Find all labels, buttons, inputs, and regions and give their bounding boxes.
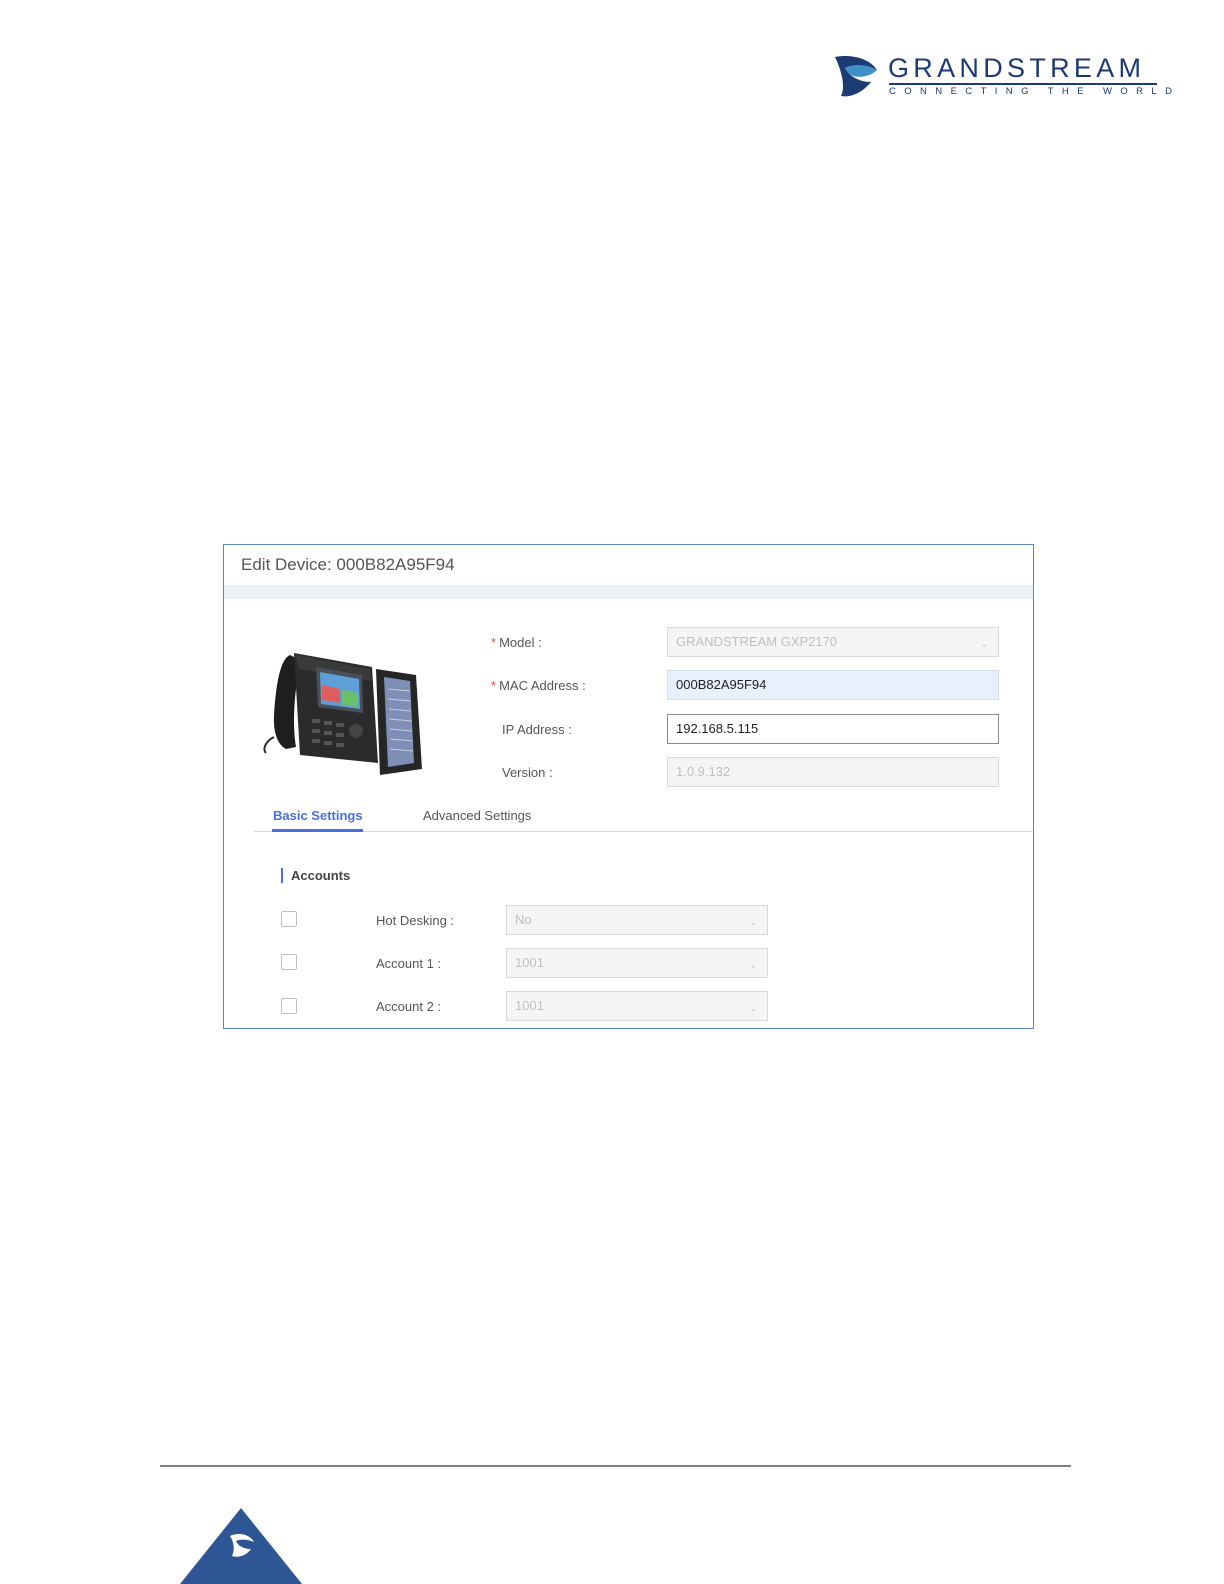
- version-label: Version :: [502, 765, 553, 780]
- mac-address-label-text: MAC Address :: [499, 678, 586, 693]
- dialog-title: Edit Device: 000B82A95F94: [241, 555, 455, 574]
- tabs-divider: [254, 831, 1033, 832]
- account-2-checkbox[interactable]: [281, 998, 297, 1014]
- accounts-section-title: Accounts: [291, 868, 351, 883]
- account-2-value: 1001: [515, 998, 544, 1013]
- required-marker: *: [491, 678, 497, 693]
- required-marker: *: [491, 635, 497, 650]
- hot-desking-value: No: [515, 912, 532, 927]
- tab-basic-settings[interactable]: Basic Settings: [273, 808, 363, 823]
- model-select[interactable]: GRANDSTREAM GXP2170 ⌄: [667, 627, 999, 657]
- ip-phone-image: [263, 653, 422, 775]
- chevron-down-icon: ⌄: [749, 917, 757, 927]
- mac-address-label: * MAC Address :: [491, 678, 586, 693]
- model-label-text: Model :: [499, 635, 542, 650]
- account-1-checkbox[interactable]: [281, 954, 297, 970]
- edit-device-dialog: Edit Device: 000B82A95F94 * Model: GRAN…: [223, 544, 1034, 1029]
- chevron-down-icon: ⌄: [980, 639, 988, 649]
- section-marker: [281, 868, 283, 883]
- ip-address-label: IP Address :: [502, 722, 572, 737]
- footer-divider: [160, 1465, 1071, 1467]
- mac-address-input[interactable]: 000B82A95F94: [667, 670, 999, 700]
- grandstream-footer-logo-icon: [180, 1508, 302, 1584]
- grandstream-logo: GRANDSTREAM CONNECTING THE WORLD: [833, 53, 1172, 98]
- ip-address-input[interactable]: 192.168.5.115: [667, 714, 999, 744]
- account-1-label: Account 1 :: [376, 956, 442, 971]
- chevron-down-icon: ⌄: [749, 1003, 757, 1013]
- hot-desking-label: Hot Desking :: [376, 913, 455, 928]
- brand-divider: [889, 83, 1157, 85]
- hot-desking-select[interactable]: No ⌄: [506, 905, 768, 935]
- chevron-down-icon: ⌄: [749, 960, 757, 970]
- account-1-select[interactable]: 1001 ⌄: [506, 948, 768, 978]
- dialog-header-band: [224, 585, 1033, 599]
- tab-advanced-settings[interactable]: Advanced Settings: [423, 808, 531, 823]
- account-2-select[interactable]: 1001 ⌄: [506, 991, 768, 1021]
- version-field: 1.0.9.132: [667, 757, 999, 787]
- model-label: * Model :: [491, 635, 542, 650]
- model-value: GRANDSTREAM GXP2170: [676, 634, 838, 649]
- brand-name: GRANDSTREAM: [888, 53, 1146, 83]
- active-tab-indicator: [272, 829, 363, 832]
- hot-desking-checkbox[interactable]: [281, 911, 297, 927]
- account-2-label: Account 2 :: [376, 999, 442, 1014]
- grandstream-swoosh-icon: [835, 56, 877, 97]
- account-1-value: 1001: [515, 955, 544, 970]
- brand-tagline: CONNECTING THE WORLD: [889, 86, 1181, 97]
